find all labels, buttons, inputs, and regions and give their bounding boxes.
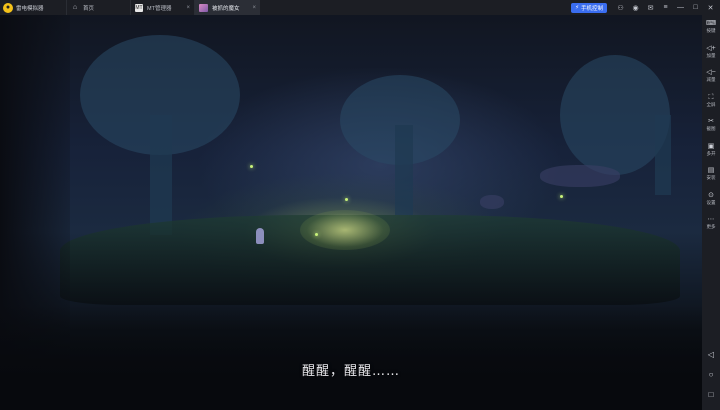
keyboard-icon: ⌨ <box>705 20 717 28</box>
sidebar-item-keymap[interactable]: ⌨ 按键 <box>702 15 720 40</box>
title-bar: ● 雷电模拟器 ⌂ 首页 MT MT管理器 × 被抓的魔女 × ⚡ 手机控制 ⚇… <box>0 0 720 15</box>
game-viewport[interactable]: 醒醒，醒醒…… <box>0 15 702 410</box>
tree-trunk <box>655 115 671 195</box>
tab-close-icon[interactable]: × <box>252 5 256 11</box>
firefly <box>560 195 563 198</box>
tab-home-label: 首页 <box>83 5 95 12</box>
home-icon: ⌂ <box>72 4 78 11</box>
sidebar-item-volume-up[interactable]: ◁+ 加量 <box>702 40 720 65</box>
sidebar-item-fullscreen[interactable]: ⛶ 全屏 <box>702 89 720 114</box>
sidebar-item-more[interactable]: ⋯ 更多 <box>702 211 720 236</box>
sidebar-item-multi-instance[interactable]: ▣ 多开 <box>702 138 720 163</box>
app-brand: ● 雷电模拟器 <box>0 0 66 15</box>
sidebar-item-volume-down[interactable]: ◁− 减量 <box>702 64 720 89</box>
mushroom-rock <box>540 165 620 187</box>
titlebar-controls: ⚡ 手机控制 ⚇ ◉ ✉ ≡ — □ ✕ <box>571 0 720 15</box>
tab-mt-manager[interactable]: MT MT管理器 × <box>130 0 194 15</box>
tree-canopy <box>560 55 670 175</box>
tab-close-icon[interactable]: × <box>186 5 190 11</box>
multi-instance-icon: ▣ <box>707 142 715 150</box>
tree-trunk <box>395 125 413 215</box>
bottom-shadow <box>0 305 702 410</box>
emulator-sidebar: ⌨ 按键 ◁+ 加量 ◁− 减量 ⛶ 全屏 ✂ 截图 ▣ 多开 ▤ 安装 ⊙ 设… <box>702 15 720 410</box>
lightning-icon: ⚡ <box>575 4 579 11</box>
menu-icon[interactable]: ≡ <box>658 0 673 15</box>
sidebar-item-settings[interactable]: ⊙ 设置 <box>702 187 720 212</box>
ldplayer-logo-icon: ● <box>3 2 13 13</box>
firefly <box>315 233 318 236</box>
mt-manager-icon: MT <box>135 3 143 12</box>
volume-up-icon: ◁+ <box>706 44 716 52</box>
spirit-figure <box>256 228 264 244</box>
fullscreen-icon: ⛶ <box>708 93 714 101</box>
scissors-icon: ✂ <box>708 118 714 126</box>
gamepad-icon[interactable]: ⚇ <box>613 0 628 15</box>
tree-trunk <box>150 115 172 235</box>
dialog-text: 醒醒，醒醒…… <box>301 364 400 379</box>
recents-icon[interactable]: □ <box>702 384 720 404</box>
phone-control-label: 手机控制 <box>580 5 603 12</box>
user-icon[interactable]: ◉ <box>628 0 643 15</box>
light-glow <box>300 210 390 250</box>
restore-icon[interactable]: □ <box>688 0 703 15</box>
tab-game-label: 被抓的魔女 <box>212 5 240 12</box>
sidebar-item-screenshot[interactable]: ✂ 截图 <box>702 113 720 138</box>
phone-control-button[interactable]: ⚡ 手机控制 <box>571 2 607 13</box>
firefly <box>345 198 348 201</box>
volume-down-icon: ◁− <box>706 69 716 77</box>
tab-mt-manager-label: MT管理器 <box>147 5 172 12</box>
more-icon: ⋯ <box>707 216 715 224</box>
back-icon[interactable]: ◁ <box>702 344 720 364</box>
firefly <box>250 165 253 168</box>
apk-install-icon: ▤ <box>707 167 715 175</box>
mail-icon[interactable]: ✉ <box>643 0 658 15</box>
game-thumbnail-icon <box>199 3 208 12</box>
close-icon[interactable]: ✕ <box>703 0 718 15</box>
home-circle-icon[interactable]: ○ <box>702 364 720 384</box>
tab-game[interactable]: 被抓的魔女 × <box>194 0 260 15</box>
tab-home[interactable]: ⌂ 首页 <box>66 0 130 15</box>
minimize-icon[interactable]: — <box>673 0 688 15</box>
settings-icon: ⊙ <box>708 191 714 199</box>
sidebar-item-install[interactable]: ▤ 安装 <box>702 162 720 187</box>
app-name: 雷电模拟器 <box>16 5 44 12</box>
rock <box>480 195 504 209</box>
